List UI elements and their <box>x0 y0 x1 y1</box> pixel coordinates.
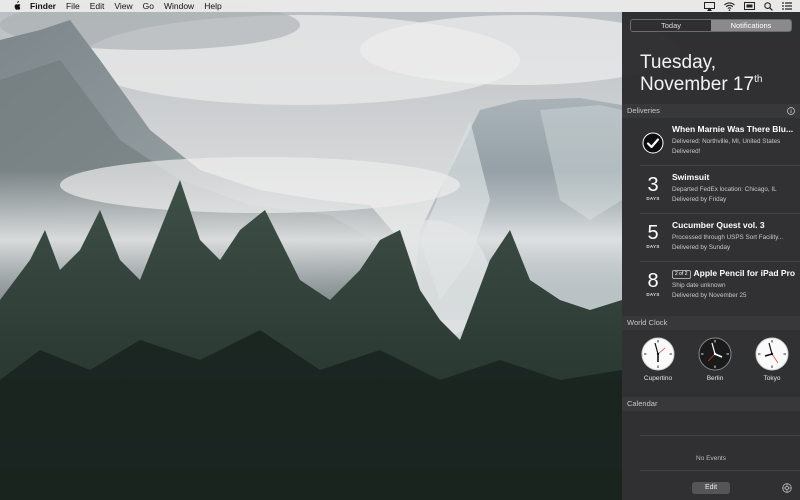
divider <box>640 470 800 471</box>
delivery-status: Ship date unknown <box>672 282 726 289</box>
days-unit: DAYS <box>646 292 660 297</box>
airplay-icon[interactable] <box>704 1 715 11</box>
menu-help[interactable]: Help <box>204 0 221 12</box>
calendar-header: Calendar <box>622 397 800 411</box>
days-unit: DAYS <box>646 196 660 201</box>
deliveries-title: Deliveries <box>627 106 660 115</box>
menu-go[interactable]: Go <box>143 0 154 12</box>
menu-app-name[interactable]: Finder <box>30 0 56 12</box>
item-count-badge: 2 of 2 <box>672 270 691 279</box>
delivery-eta: Delivered by Friday <box>672 196 727 203</box>
delivery-days: 8 DAYS <box>642 270 664 297</box>
checkmark-icon <box>642 132 664 154</box>
menu-view[interactable]: View <box>114 0 132 12</box>
date-month-day-line: November 17th <box>640 74 762 96</box>
tab-notifications[interactable]: Notifications <box>711 20 791 31</box>
delivery-days: 5 DAYS <box>642 222 664 249</box>
calendar-empty-message: No Events <box>696 455 726 462</box>
search-icon[interactable] <box>764 1 773 11</box>
delivery-item[interactable]: When Marnie Was There Blu... Delivered: … <box>622 118 800 166</box>
screen-mirroring-icon[interactable] <box>744 1 755 11</box>
delivery-status: Departed FedEx location: Chicago, IL <box>672 186 777 193</box>
world-clock-title: World Clock <box>627 318 668 327</box>
notification-center-icon[interactable] <box>782 2 792 10</box>
delivery-eta: Delivered by Sunday <box>672 244 731 251</box>
analog-clock-icon <box>641 337 675 371</box>
delivery-item[interactable]: 5 DAYS Cucumber Quest vol. 3 Processed t… <box>622 214 800 262</box>
analog-clock-icon <box>755 337 789 371</box>
delivery-days: 3 DAYS <box>642 174 664 201</box>
delivery-status: Processed through USPS Sort Facility... <box>672 234 784 241</box>
calendar-title: Calendar <box>627 399 658 408</box>
date-month-day: November 17 <box>640 74 755 95</box>
tab-today[interactable]: Today <box>631 20 711 31</box>
days-unit: DAYS <box>646 244 660 249</box>
edit-button[interactable]: Edit <box>692 482 730 494</box>
delivery-title-line: 2 of 2 Apple Pencil for iPad Pro <box>672 268 796 279</box>
days-number: 8 <box>647 270 659 292</box>
delivery-title: Apple Pencil for iPad Pro <box>693 268 796 278</box>
clock-cupertino[interactable]: Cupertino <box>638 337 678 382</box>
days-number: 3 <box>647 174 659 196</box>
date-suffix: th <box>754 74 763 85</box>
menu-bar: Finder File Edit View Go Window Help <box>0 0 800 12</box>
delivery-eta: Delivered by November 25 <box>672 292 747 299</box>
analog-clock-icon <box>698 337 732 371</box>
gear-icon[interactable] <box>782 483 792 493</box>
today-date: Tuesday, November 17th <box>640 52 762 96</box>
wifi-icon[interactable] <box>724 1 735 11</box>
delivery-title: Cucumber Quest vol. 3 <box>672 220 765 230</box>
divider <box>640 435 800 436</box>
clock-city-label: Berlin <box>706 375 724 382</box>
delivery-title: Swimsuit <box>672 172 710 182</box>
delivery-item[interactable]: 8 DAYS 2 of 2 Apple Pencil for iPad Pro S… <box>622 262 800 310</box>
days-number: 5 <box>647 222 659 244</box>
menu-edit[interactable]: Edit <box>90 0 105 12</box>
clock-city-label: Tokyo <box>763 375 781 382</box>
menu-window[interactable]: Window <box>164 0 194 12</box>
delivery-title: When Marnie Was There Blu... <box>672 124 794 134</box>
deliveries-header: Deliveries <box>622 104 800 118</box>
delivery-status: Delivered: Northville, MI, United States <box>672 138 781 145</box>
clock-berlin[interactable]: Berlin <box>695 337 735 382</box>
clock-tokyo[interactable]: Tokyo <box>752 337 792 382</box>
delivery-eta: Delivered! <box>672 148 701 155</box>
world-clock-header: World Clock <box>622 316 800 330</box>
segmented-control: Today Notifications <box>630 19 792 32</box>
date-weekday: Tuesday, <box>640 52 717 73</box>
clock-city-label: Cupertino <box>643 375 673 382</box>
info-icon[interactable] <box>787 107 795 115</box>
delivery-item[interactable]: 3 DAYS Swimsuit Departed FedEx location:… <box>622 166 800 214</box>
apple-icon[interactable] <box>12 1 22 11</box>
notification-center-panel: Today Notifications Tuesday, November 17… <box>622 12 800 500</box>
menu-file[interactable]: File <box>66 0 80 12</box>
